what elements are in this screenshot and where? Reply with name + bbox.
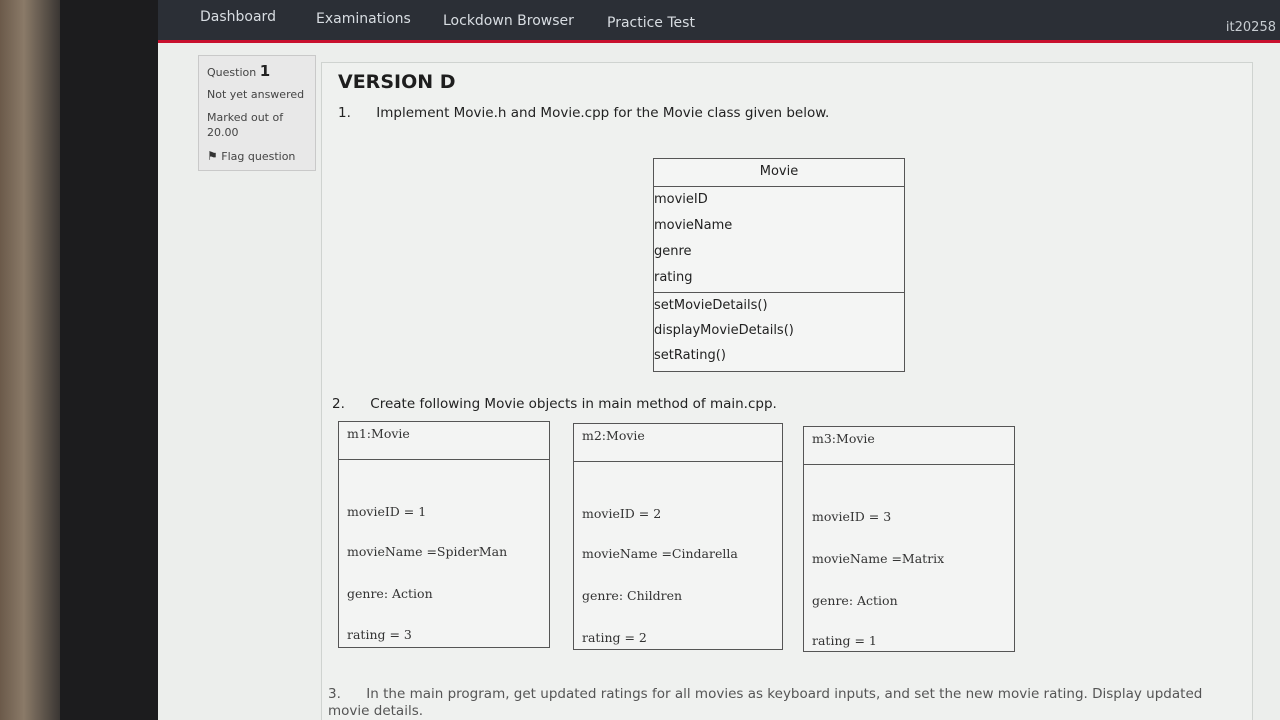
question-1-number: 1. (338, 105, 351, 121)
flag-question-link[interactable]: ⚑ Flag question (207, 149, 295, 163)
question-label: Question 1 (207, 62, 270, 80)
class-attributes: movieID movieName genre rating (654, 187, 904, 293)
object-movie-name: movieName =Matrix (812, 551, 945, 566)
top-navbar: Dashboard Examinations Lockdown Browser … (158, 0, 1280, 43)
object-movie-name: movieName =Cindarella (582, 546, 738, 561)
marked-label: Marked out of (207, 111, 284, 124)
question-1-text: Implement Movie.h and Movie.cpp for the … (376, 105, 830, 121)
question-info-panel: Question 1 Not yet answered Marked out o… (198, 55, 316, 171)
question-label-text: Question (207, 66, 257, 79)
object-movie-name: movieName =SpiderMan (347, 544, 508, 559)
class-attribute: movieID (654, 192, 708, 207)
question-1: 1. Implement Movie.h and Movie.cpp for t… (338, 105, 829, 121)
screen: Dashboard Examinations Lockdown Browser … (158, 0, 1280, 720)
nav-examinations[interactable]: Examinations (316, 11, 411, 27)
class-attribute: genre (654, 244, 692, 259)
question-3-number: 3. (328, 686, 341, 702)
object-rating: rating = 2 (582, 630, 647, 645)
class-method: setMovieDetails() (654, 298, 768, 313)
question-2-number: 2. (332, 396, 345, 412)
class-method: setRating() (654, 348, 726, 363)
monitor-bezel-left (0, 0, 60, 720)
object-genre: genre: Children (582, 588, 683, 603)
class-method: displayMovieDetails() (654, 323, 794, 338)
object-genre: genre: Action (347, 586, 433, 601)
class-methods: setMovieDetails() displayMovieDetails() … (654, 293, 904, 368)
object-m1-diagram: m1:Movie movieID = 1 movieName =SpiderMa… (338, 421, 550, 648)
flag-icon: ⚑ (207, 149, 218, 163)
object-movie-id: movieID = 2 (582, 506, 662, 521)
question-2: 2. Create following Movie objects in mai… (332, 396, 777, 412)
nav-dashboard[interactable]: Dashboard (200, 9, 276, 25)
question-3-continuation: movie details. (328, 703, 424, 719)
question-marks: Marked out of 20.00 (207, 110, 283, 140)
question-number: 1 (259, 62, 271, 80)
nav-practice-test[interactable]: Practice Test (607, 15, 695, 31)
flag-question-label: Flag question (221, 150, 296, 163)
class-name: Movie (654, 159, 904, 187)
question-3: 3. In the main program, get updated rati… (328, 685, 1202, 703)
class-attribute: rating (654, 270, 693, 285)
object-title: m3:Movie (804, 427, 1014, 465)
class-attribute: movieName (654, 218, 733, 233)
nav-lockdown-browser[interactable]: Lockdown Browser (443, 13, 574, 29)
question-state: Not yet answered (207, 88, 305, 101)
object-rating: rating = 3 (347, 627, 412, 642)
object-m3-diagram: m3:Movie movieID = 3 movieName =Matrix g… (803, 426, 1015, 652)
question-content: VERSION D 1. Implement Movie.h and Movie… (321, 62, 1253, 720)
movie-class-diagram: Movie movieID movieName genre rating set… (653, 158, 905, 372)
object-rating: rating = 1 (812, 633, 877, 648)
user-menu[interactable]: it20258 (1226, 20, 1276, 35)
monitor-bezel-inner (60, 0, 158, 720)
marked-value: 20.00 (207, 126, 239, 139)
question-3-text: In the main program, get updated ratings… (366, 686, 1203, 702)
object-movie-id: movieID = 1 (347, 504, 427, 519)
object-title: m2:Movie (574, 424, 782, 462)
object-movie-id: movieID = 3 (812, 509, 892, 524)
question-2-text: Create following Movie objects in main m… (370, 396, 777, 412)
object-m2-diagram: m2:Movie movieID = 2 movieName =Cindarel… (573, 423, 783, 650)
version-title: VERSION D (338, 71, 456, 93)
object-title: m1:Movie (339, 422, 549, 460)
object-genre: genre: Action (812, 593, 898, 608)
